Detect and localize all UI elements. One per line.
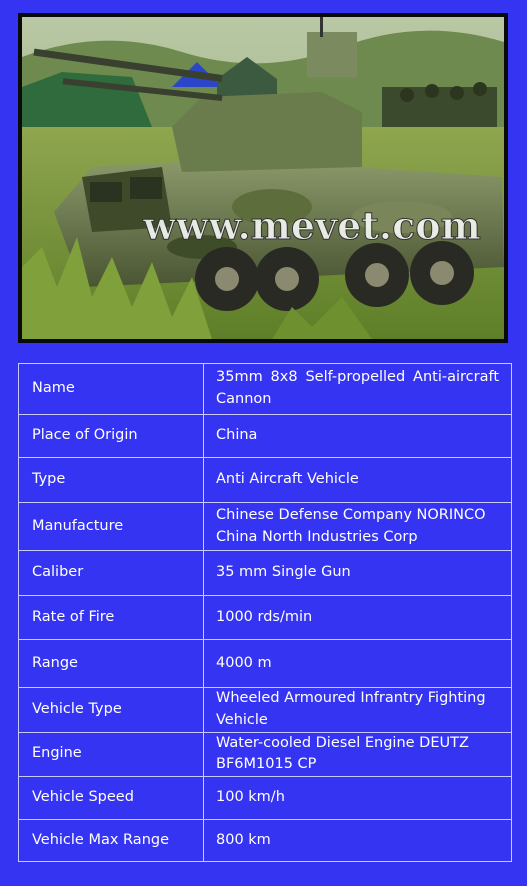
spec-value: Chinese Defense Company NORINCO China No… [203, 502, 512, 551]
table-row: Vehicle Max Range 800 km [18, 819, 512, 862]
spec-value: 4000 m [203, 639, 512, 688]
table-row: Place of Origin China [18, 414, 512, 458]
spec-label: Name [18, 363, 204, 415]
table-row: Manufacture Chinese Defense Company NORI… [18, 502, 512, 551]
table-row: Vehicle Speed 100 km/h [18, 776, 512, 820]
spec-value: Wheeled Armoured Infrantry Fighting Vehi… [203, 687, 512, 733]
spec-value: 800 km [203, 819, 512, 862]
spec-label: Place of Origin [18, 414, 204, 458]
spec-label: Rate of Fire [18, 595, 204, 640]
table-row: Type Anti Aircraft Vehicle [18, 457, 512, 503]
table-row: Caliber 35 mm Single Gun [18, 550, 512, 596]
spec-label: Engine [18, 731, 204, 777]
table-row: Vehicle Type Wheeled Armoured Infrantry … [18, 687, 512, 733]
vehicle-photo: www.mevet.com [22, 17, 504, 339]
spec-value: Anti Aircraft Vehicle [203, 457, 512, 503]
product-photo-frame: www.mevet.com [18, 13, 508, 343]
vehicle-photo-illustration: www.mevet.com [22, 17, 504, 339]
table-row: Name 35mm 8x8 Self-propelled Anti-aircra… [18, 363, 512, 415]
spec-label: Type [18, 457, 204, 503]
table-row: Rate of Fire 1000 rds/min [18, 595, 512, 640]
table-row: Range 4000 m [18, 639, 512, 688]
spec-label: Vehicle Type [18, 687, 204, 733]
spec-label: Manufacture [18, 502, 204, 551]
spec-value: 1000 rds/min [203, 595, 512, 640]
spec-value: 35 mm Single Gun [203, 550, 512, 596]
spec-value: China [203, 414, 512, 458]
watermark-text: www.mevet.com [142, 203, 481, 248]
spec-label: Range [18, 639, 204, 688]
specs-table: Name 35mm 8x8 Self-propelled Anti-aircra… [18, 363, 512, 862]
spec-label: Vehicle Max Range [18, 819, 204, 862]
spec-label: Vehicle Speed [18, 776, 204, 820]
spec-value: Water-cooled Diesel Engine DEUTZ BF6M101… [203, 731, 512, 777]
spec-value: 100 km/h [203, 776, 512, 820]
spec-value: 35mm 8x8 Self-propelled Anti-aircraft Ca… [203, 363, 512, 415]
table-row: Engine Water-cooled Diesel Engine DEUTZ … [18, 731, 512, 777]
spec-label: Caliber [18, 550, 204, 596]
